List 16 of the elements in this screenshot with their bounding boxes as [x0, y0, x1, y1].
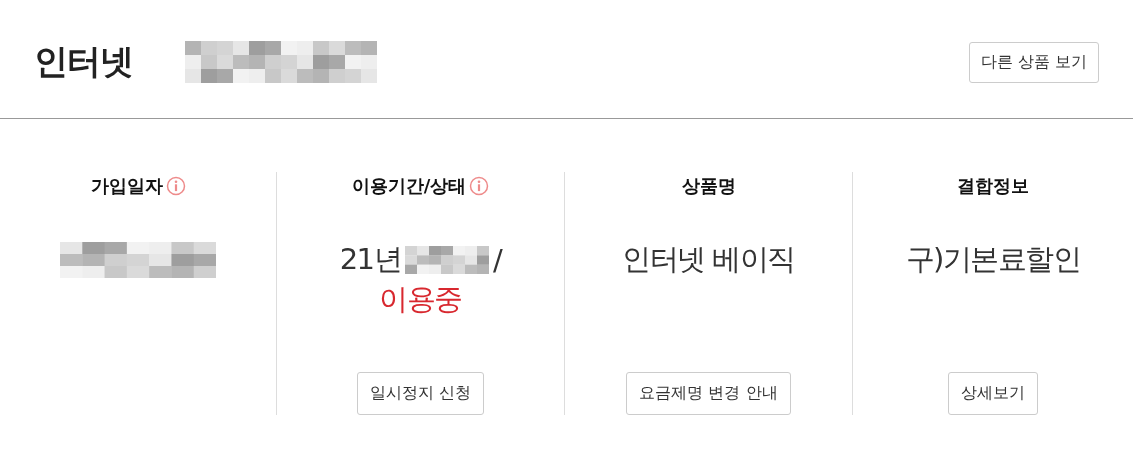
- info-icon[interactable]: [469, 176, 490, 196]
- value-text: 인터넷 베이직: [622, 241, 795, 278]
- value-text: /: [493, 243, 502, 277]
- other-products-button[interactable]: 다른 상품 보기: [968, 41, 1099, 83]
- info-icon[interactable]: [165, 176, 186, 196]
- action-button[interactable]: 상세보기: [948, 372, 1038, 415]
- column-heading: 가입일자: [90, 174, 163, 198]
- action-button[interactable]: 요금제명 변경 안내: [626, 372, 791, 415]
- value-text: 21년: [339, 241, 402, 278]
- column-heading: 결합정보: [957, 174, 1029, 198]
- action-button[interactable]: 일시정지 신청: [356, 372, 485, 415]
- page-title: 인터넷: [34, 40, 133, 83]
- column-heading: 이용기간/상태: [351, 174, 467, 198]
- column-heading: 상품명: [681, 174, 736, 198]
- status-text: 이용중: [379, 281, 462, 318]
- value-text: 구)기본료할인: [905, 241, 1081, 278]
